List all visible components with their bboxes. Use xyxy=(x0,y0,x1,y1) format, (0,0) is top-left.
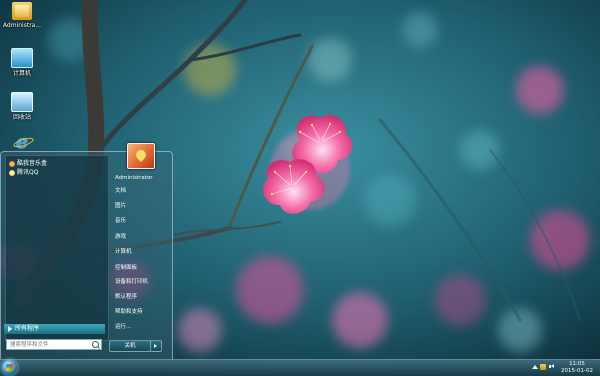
taskbar-clock[interactable]: 11:05 2015-01-02 xyxy=(557,361,597,374)
recycle-bin-icon xyxy=(11,92,33,112)
start-item-devices-printers[interactable]: 设备和打印机 xyxy=(115,279,148,286)
start-item-music[interactable]: 音乐 xyxy=(115,218,126,225)
pinned-item-label: 腾讯QQ xyxy=(17,169,39,176)
pinned-item-qq[interactable]: 腾讯QQ xyxy=(9,168,47,177)
all-programs-label: 所有程序 xyxy=(15,325,40,332)
desktop-icon-administrator[interactable]: Administra... xyxy=(2,2,42,30)
desktop-icon-label: Administra... xyxy=(2,22,42,29)
desktop-icon-recycle-bin[interactable]: 回收站 xyxy=(2,92,42,122)
desktop-icon-label: 计算机 xyxy=(12,70,31,77)
shutdown-options-button[interactable] xyxy=(150,340,162,352)
start-menu-programs-pane: 酷我音乐盒 腾讯QQ xyxy=(5,155,109,341)
pinned-programs: 酷我音乐盒 腾讯QQ xyxy=(9,159,47,177)
start-item-user[interactable]: Administrator xyxy=(115,175,153,182)
internet-explorer-icon: e xyxy=(12,133,32,152)
search-placeholder: 搜索程序和文件 xyxy=(10,342,49,348)
start-item-computer[interactable]: 计算机 xyxy=(115,249,132,256)
system-tray xyxy=(532,364,556,372)
start-button[interactable] xyxy=(2,360,17,375)
desktop-icon-label: 回收站 xyxy=(12,114,31,121)
pinned-item-music[interactable]: 酷我音乐盒 xyxy=(9,159,47,168)
start-item-documents[interactable]: 文档 xyxy=(115,188,126,195)
user-folder-icon xyxy=(12,2,32,20)
start-item-run[interactable]: 运行... xyxy=(115,324,131,331)
shutdown-button[interactable]: 关机 xyxy=(109,340,151,352)
desktop-icon-internet-explorer[interactable]: e xyxy=(2,133,42,153)
start-item-games[interactable]: 游戏 xyxy=(115,234,126,241)
start-item-help-support[interactable]: 帮助和支持 xyxy=(115,309,143,316)
qq-penguin-icon xyxy=(9,169,15,176)
volume-icon[interactable] xyxy=(549,364,555,370)
start-item-pictures[interactable]: 图片 xyxy=(115,203,126,210)
start-item-default-programs[interactable]: 默认程序 xyxy=(115,294,137,301)
music-box-icon xyxy=(9,160,15,167)
desktop-icon-computer[interactable]: 计算机 xyxy=(2,48,42,78)
search-icon xyxy=(92,341,99,348)
show-hidden-icons-icon[interactable] xyxy=(532,365,538,369)
start-item-control-panel[interactable]: 控制面板 xyxy=(115,265,137,272)
start-search-input[interactable]: 搜索程序和文件 xyxy=(6,339,102,350)
action-center-flag-icon[interactable] xyxy=(540,364,546,370)
play-arrow-icon xyxy=(8,326,12,332)
user-avatar[interactable] xyxy=(127,143,155,169)
computer-icon xyxy=(11,48,33,68)
all-programs-button[interactable]: 所有程序 xyxy=(4,324,105,334)
clock-date: 2015-01-02 xyxy=(561,367,593,374)
taskbar xyxy=(0,359,600,376)
shutdown-label: 关机 xyxy=(124,343,136,349)
pinned-item-label: 酷我音乐盒 xyxy=(17,160,48,167)
